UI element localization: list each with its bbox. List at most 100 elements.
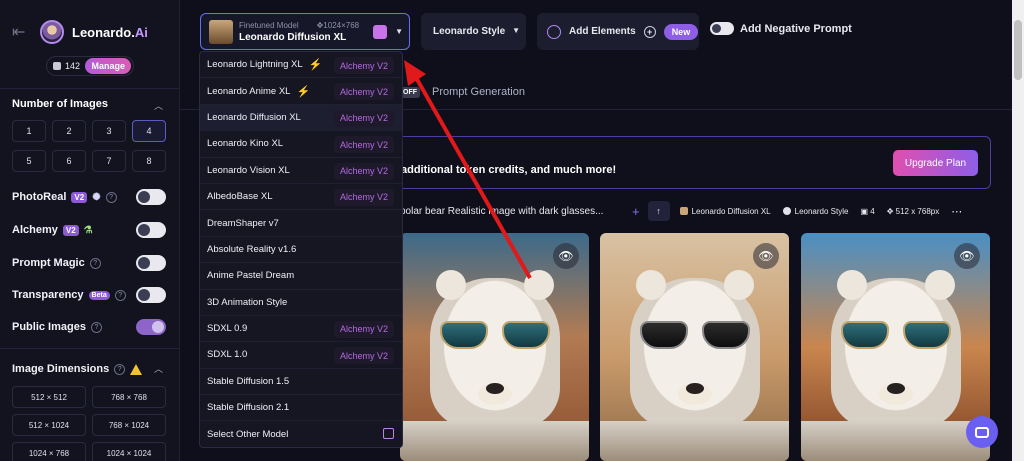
add-elements-label: Add Elements <box>569 26 636 37</box>
dimension-option[interactable]: 512 × 512 <box>12 386 86 408</box>
prompt-magic-option: Prompt Magic ? <box>12 254 166 272</box>
model-size: ✥1024×768 <box>317 21 360 30</box>
model-option[interactable]: Leonardo Vision XL Alchemy V2 <box>200 158 402 184</box>
annotation-arrow <box>404 60 532 279</box>
dimension-option[interactable]: 768 × 768 <box>92 386 166 408</box>
model-option[interactable]: Leonardo Diffusion XL Alchemy V2 <box>200 104 402 132</box>
meta-count-value: 4 <box>870 206 875 216</box>
scrollbar[interactable] <box>1012 0 1024 461</box>
dimension-option[interactable]: 512 × 1024 <box>12 414 86 436</box>
model-option[interactable]: Leonardo Lightning XL ⚡ Alchemy V2 <box>200 52 402 79</box>
num-images-option[interactable]: 6 <box>52 150 86 172</box>
help-icon[interactable]: ? <box>89 257 101 269</box>
dimension-option[interactable]: 768 × 1024 <box>92 414 166 436</box>
alchemy-badge: Alchemy V2 <box>333 57 394 74</box>
help-icon[interactable]: ? <box>114 289 126 301</box>
divider <box>0 348 180 349</box>
transparency-toggle[interactable] <box>136 287 166 303</box>
model-option[interactable]: DreamShaper v7 <box>200 210 402 237</box>
alchemy-badge: Alchemy V2 <box>333 83 394 101</box>
reuse-prompt-button[interactable]: ↑ <box>647 201 670 221</box>
num-images-option[interactable]: 2 <box>52 120 86 142</box>
model-option[interactable]: Stable Diffusion 1.5 <box>200 369 402 396</box>
photoreal-toggle[interactable] <box>136 189 166 205</box>
num-images-option[interactable]: 8 <box>132 150 166 172</box>
model-dropdown: Leonardo Lightning XL ⚡ Alchemy V2 Leonardo… <box>199 51 403 448</box>
lens <box>702 321 750 349</box>
model-option[interactable]: SDXL 1.0 Alchemy V2 <box>200 342 402 369</box>
model-option[interactable]: Leonardo Kino XL Alchemy V2 <box>200 131 402 158</box>
public-images-toggle[interactable] <box>136 319 166 335</box>
model-details-icon[interactable] <box>373 25 387 39</box>
lens <box>903 321 951 349</box>
collapse-sidebar-icon[interactable]: ⇤ <box>12 22 32 42</box>
negative-prompt-toggle[interactable] <box>710 22 734 35</box>
add-elements-button[interactable]: Add Elements + New <box>537 13 699 50</box>
model-option[interactable]: Leonardo Anime XL ⚡ Alchemy V2 <box>200 78 402 105</box>
external-link-icon <box>383 428 394 440</box>
model-option-label: Anime Pastel Dream <box>207 270 295 282</box>
model-option[interactable]: Absolute Reality v1.6 <box>200 237 402 264</box>
negative-prompt-label: Add Negative Prompt <box>740 22 852 35</box>
num-images-option[interactable]: 4 <box>132 120 166 142</box>
model-subtitle-row: Finetuned Model ✥1024×768 <box>239 21 359 30</box>
model-option[interactable]: SDXL 0.9 Alchemy V2 <box>200 316 402 343</box>
chevron-up-icon[interactable]: ︿ <box>154 99 163 112</box>
chevron-up-icon[interactable]: ︿ <box>154 362 163 375</box>
bear-nose <box>686 383 704 394</box>
model-option[interactable]: Select Other Model <box>200 421 402 447</box>
token-count: 142 <box>65 61 81 71</box>
num-images-grid: 1234 5678 <box>12 120 166 172</box>
alchemy-toggle[interactable] <box>136 222 166 238</box>
sunglasses <box>440 321 550 351</box>
alchemy-badge: Alchemy V2 <box>333 347 394 365</box>
generated-image-2[interactable]: 👁 <box>600 233 789 461</box>
alchemy-option: Alchemy V2 ⚗ <box>12 221 166 239</box>
chat-icon <box>975 426 989 438</box>
potion-icon: ⚗ <box>83 224 93 236</box>
generated-image-3[interactable]: 👁 <box>801 233 990 461</box>
help-icon[interactable]: ? <box>114 363 126 375</box>
chat-button[interactable] <box>966 416 998 448</box>
num-images-option[interactable]: 3 <box>92 120 126 142</box>
model-selector[interactable]: Finetuned Model ✥1024×768 Leonardo Diffu… <box>200 13 410 50</box>
more-options-icon[interactable]: ⋯ <box>951 205 963 218</box>
num-images-option[interactable]: 1 <box>12 120 46 142</box>
alchemy-badge: Alchemy V2 <box>333 188 394 206</box>
model-option[interactable]: 3D Animation Style <box>200 290 402 316</box>
image-icon: ▣ <box>860 206 871 216</box>
model-option[interactable]: Anime Pastel Dream <box>200 263 402 290</box>
help-icon[interactable]: ? <box>105 191 117 203</box>
model-option-label: Leonardo Kino XL <box>207 138 284 150</box>
model-option-label: SDXL 1.0 <box>207 349 248 361</box>
style-selector[interactable]: Leonardo Style ▼ <box>421 13 526 50</box>
meta-model: Leonardo Diffusion XL <box>679 207 771 216</box>
model-option-label: DreamShaper v7 <box>207 217 279 229</box>
model-option[interactable]: AlbedoBase XL Alchemy V2 <box>200 184 402 211</box>
v2-badge: V2 <box>71 191 88 203</box>
option-label: Prompt Magic <box>12 257 85 269</box>
eye-icon[interactable]: 👁 <box>753 243 779 269</box>
prompt-magic-toggle[interactable] <box>136 255 166 271</box>
bear-head <box>630 270 760 428</box>
help-icon[interactable]: ? <box>90 321 102 333</box>
chevron-down-icon: ▼ <box>512 26 520 35</box>
arrow-line <box>412 73 532 279</box>
model-option[interactable]: Stable Diffusion 2.1 <box>200 395 402 422</box>
scrollbar-thumb[interactable] <box>1014 20 1022 80</box>
add-icon[interactable]: + <box>632 204 640 219</box>
upgrade-plan-button[interactable]: Upgrade Plan <box>893 150 978 176</box>
dimension-option[interactable]: 1024 × 1024 <box>92 442 166 461</box>
num-images-option[interactable]: 5 <box>12 150 46 172</box>
lens <box>841 321 889 349</box>
model-option-label: Leonardo Vision XL <box>207 164 290 176</box>
lightning-icon: ⚡ <box>308 59 323 72</box>
alchemy-badge: Alchemy V2 <box>333 162 394 180</box>
negative-prompt-toggle-row: Add Negative Prompt <box>710 22 852 35</box>
transparency-option: Transparency Beta ? <box>12 286 166 304</box>
manage-button[interactable]: Manage <box>85 58 131 74</box>
lens <box>640 321 688 349</box>
eye-icon[interactable]: 👁 <box>954 243 980 269</box>
dimension-option[interactable]: 1024 × 768 <box>12 442 86 461</box>
num-images-option[interactable]: 7 <box>92 150 126 172</box>
